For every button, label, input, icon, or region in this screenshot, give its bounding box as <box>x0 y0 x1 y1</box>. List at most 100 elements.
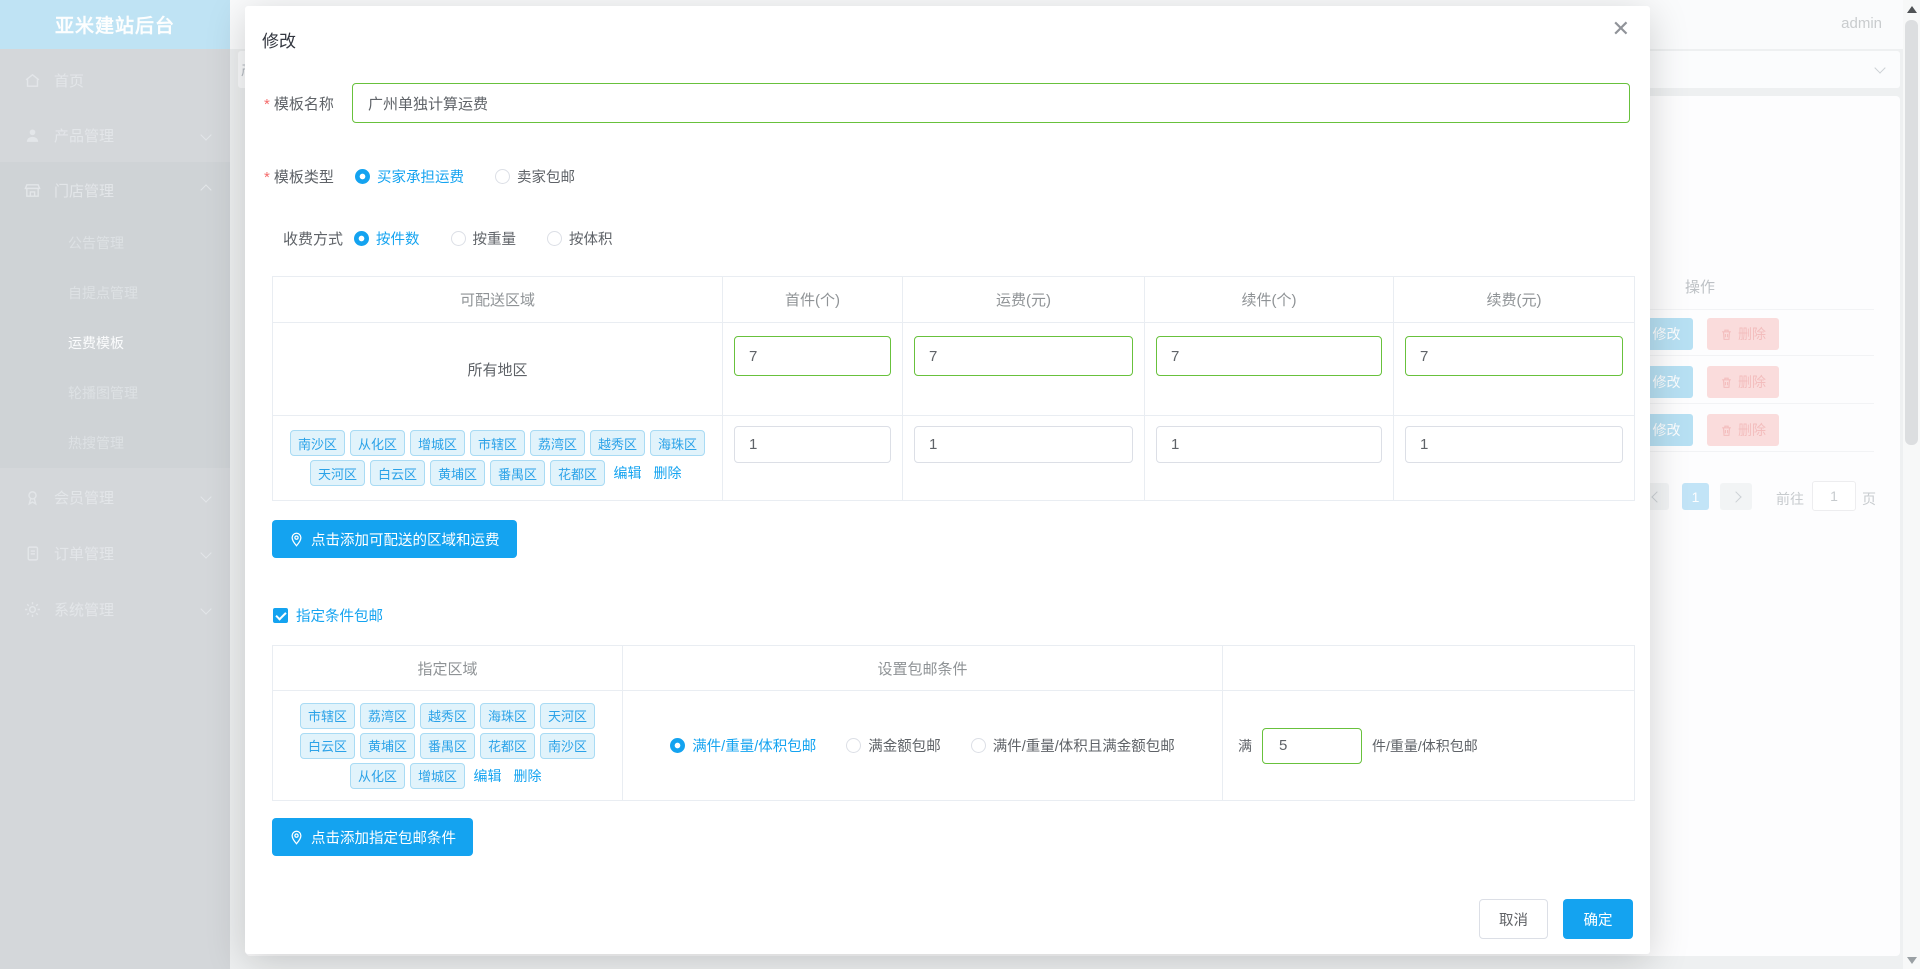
shipping-fee-input[interactable] <box>914 426 1133 463</box>
region-tag: 荔湾区 <box>359 702 415 729</box>
additional-fee-input[interactable] <box>1405 336 1623 376</box>
template-name-label: 模板名称 <box>273 95 334 113</box>
user-icon <box>24 127 41 144</box>
trash-icon <box>1722 377 1731 388</box>
chevron-down-icon <box>200 129 212 141</box>
column-header: 运费(元) <box>902 276 1144 322</box>
radio-icon <box>547 231 562 246</box>
radio-selected-icon <box>670 738 686 753</box>
sidebar-item-system[interactable]: 系统管理 <box>0 581 230 637</box>
sidebar-item-stores[interactable]: 门店管理 <box>0 162 230 218</box>
table-cell <box>722 415 902 500</box>
radio-buyer-pays[interactable]: 买家承担运费 <box>355 166 464 187</box>
table-cell <box>902 322 1144 415</box>
radio-by-volume[interactable]: 按体积 <box>547 228 613 249</box>
column-header: 首件(个) <box>722 276 902 322</box>
add-condition-button[interactable]: 点击添加指定包邮条件 <box>272 818 473 856</box>
scrollbar[interactable] <box>1903 0 1920 969</box>
table-cell <box>722 322 902 415</box>
sidebar-item-label: 系统管理 <box>54 601 115 619</box>
region-tag: 海珠区 <box>650 430 706 456</box>
template-type-label: 模板类型 <box>273 169 334 186</box>
radio-free-by-quantity[interactable]: 满件/重量/体积包邮 <box>670 735 816 756</box>
region-tag: 南沙区 <box>540 732 596 759</box>
delete-button[interactable]: 删除 <box>1707 366 1779 398</box>
delete-button[interactable]: 删除 <box>1707 414 1779 446</box>
region-tag: 番禺区 <box>490 460 546 486</box>
sidebar-item-home[interactable]: 首页 <box>0 52 230 108</box>
chevron-up-icon <box>200 184 212 196</box>
pagination-page-1[interactable]: 1 <box>1682 483 1709 510</box>
sidebar-item-products[interactable]: 产品管理 <box>0 107 230 163</box>
column-header: 指定区域 <box>272 645 622 690</box>
close-icon[interactable]: ✕ <box>1612 18 1630 40</box>
current-user[interactable]: admin <box>1841 15 1882 32</box>
chevron-down-icon <box>1874 62 1886 74</box>
column-header: 设置包邮条件 <box>622 645 1222 690</box>
template-name-input[interactable] <box>352 83 1630 123</box>
radio-by-piece[interactable]: 按件数 <box>354 228 420 249</box>
additional-fee-input[interactable] <box>1405 426 1623 463</box>
additional-piece-input[interactable] <box>1156 336 1382 376</box>
sidebar-item-hot-search[interactable]: 热搜管理 <box>0 418 230 468</box>
region-tag: 天河区 <box>309 460 365 486</box>
scroll-up-arrow-icon[interactable] <box>1907 6 1917 13</box>
add-region-button[interactable]: 点击添加可配送的区域和运费 <box>272 520 517 558</box>
template-type-row: * 模板类型 买家承担运费 卖家包邮 <box>264 166 575 187</box>
edit-regions-link[interactable]: 编辑 <box>614 463 642 483</box>
first-piece-input[interactable] <box>734 336 891 376</box>
sidebar-item-label: 产品管理 <box>54 127 115 145</box>
region-tag: 花都区 <box>480 732 536 759</box>
region-tag: 从化区 <box>349 430 405 456</box>
shipping-fee-input[interactable] <box>914 336 1133 376</box>
chevron-down-icon <box>200 491 212 503</box>
delete-regions-link[interactable]: 删除 <box>654 463 682 483</box>
operation-column-header: 操作 <box>1685 279 1716 296</box>
scrollbar-thumb[interactable] <box>1905 20 1918 445</box>
confirm-button[interactable]: 确定 <box>1563 899 1633 939</box>
sidebar-item-shipping-templates[interactable]: 运费模板 <box>0 318 230 368</box>
radio-free-by-quantity-and-amount[interactable]: 满件/重量/体积且满金额包邮 <box>970 735 1175 756</box>
conditional-free-shipping-checkbox[interactable]: 指定条件包邮 <box>273 605 383 626</box>
sidebar-item-pickup-points[interactable]: 自提点管理 <box>0 268 230 318</box>
table-cell <box>1393 415 1634 500</box>
app-logo: 亚米建站后台 <box>0 0 230 49</box>
template-name-row: * 模板名称 <box>264 83 1630 123</box>
condition-options-cell: 满件/重量/体积包邮 满金额包邮 满件/重量/体积且满金额包邮 <box>622 690 1222 800</box>
region-tag: 越秀区 <box>419 702 475 729</box>
sidebar-item-label: 订单管理 <box>54 545 115 563</box>
pagination-page-input[interactable] <box>1812 481 1856 511</box>
delete-condition-regions-link[interactable]: 删除 <box>514 766 542 786</box>
threshold-cell: 满 件/重量/体积包邮 <box>1222 690 1634 800</box>
first-piece-input[interactable] <box>734 426 891 463</box>
pagination-next-button[interactable] <box>1720 483 1752 510</box>
sidebar-item-announcements[interactable]: 公告管理 <box>0 218 230 268</box>
delete-button[interactable]: 删除 <box>1707 318 1779 350</box>
radio-icon <box>495 169 510 184</box>
required-mark: * <box>264 169 270 186</box>
region-tag: 市辖区 <box>299 702 355 729</box>
additional-piece-input[interactable] <box>1156 426 1382 463</box>
threshold-suffix: 件/重量/体积包邮 <box>1372 737 1478 754</box>
store-icon <box>24 182 41 199</box>
radio-icon <box>846 738 862 753</box>
radio-by-weight[interactable]: 按重量 <box>450 228 516 249</box>
sidebar-item-label: 首页 <box>54 72 85 90</box>
radio-selected-icon <box>354 231 369 246</box>
region-all-areas: 所有地区 <box>272 322 722 415</box>
sidebar-item-label: 会员管理 <box>54 489 115 507</box>
radio-icon <box>450 231 466 246</box>
edit-condition-regions-link[interactable]: 编辑 <box>474 766 502 786</box>
cancel-button[interactable]: 取消 <box>1479 899 1548 939</box>
scroll-down-arrow-icon[interactable] <box>1907 957 1917 964</box>
sidebar-item-members[interactable]: 会员管理 <box>0 469 230 525</box>
radio-free-by-amount[interactable]: 满金额包邮 <box>846 735 941 756</box>
chevron-right-icon <box>1730 490 1742 503</box>
document-icon <box>24 545 41 562</box>
sidebar-item-orders[interactable]: 订单管理 <box>0 525 230 581</box>
sidebar-item-carousel[interactable]: 轮播图管理 <box>0 368 230 418</box>
radio-seller-free-shipping[interactable]: 卖家包邮 <box>495 166 575 187</box>
threshold-input[interactable] <box>1262 727 1362 764</box>
location-pin-icon <box>291 830 302 845</box>
trash-icon <box>1722 425 1731 436</box>
